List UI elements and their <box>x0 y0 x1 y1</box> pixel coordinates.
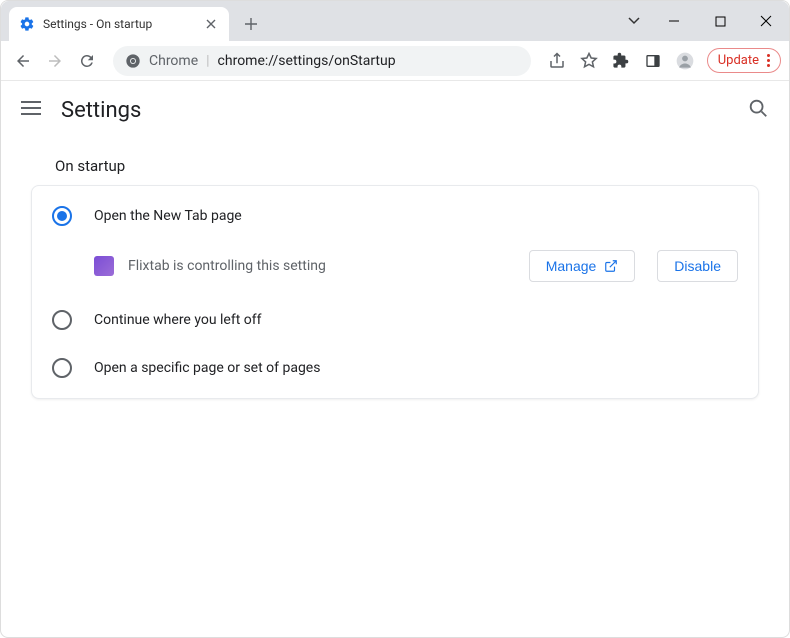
menu-dots-icon <box>767 54 770 67</box>
manage-button[interactable]: Manage <box>529 250 636 282</box>
close-icon[interactable] <box>203 16 219 32</box>
window-titlebar: Settings - On startup <box>1 1 789 41</box>
profile-avatar[interactable] <box>671 47 699 75</box>
radio-label: Open the New Tab page <box>94 208 242 224</box>
startup-card: Open the New Tab page Flixtab is control… <box>31 185 759 399</box>
close-window-button[interactable] <box>743 1 789 41</box>
disable-label: Disable <box>674 258 721 274</box>
gear-icon <box>19 16 35 32</box>
settings-content: On startup Open the New Tab page Flixtab… <box>1 139 789 399</box>
radio-selected-icon <box>52 206 72 226</box>
extension-icon <box>94 256 114 276</box>
page-title: Settings <box>61 98 727 123</box>
window-controls <box>617 1 789 41</box>
radio-unselected-icon <box>52 310 72 330</box>
reload-button[interactable] <box>73 47 101 75</box>
search-icon[interactable] <box>747 97 769 123</box>
chevron-down-icon[interactable] <box>617 1 651 41</box>
settings-header: Settings <box>1 81 789 139</box>
minimize-button[interactable] <box>651 1 697 41</box>
omnibox-separator: | <box>206 53 209 69</box>
tab-title: Settings - On startup <box>43 17 195 31</box>
radio-label: Open a specific page or set of pages <box>94 360 320 376</box>
side-panel-icon[interactable] <box>639 47 667 75</box>
omnibox-url: chrome://settings/onStartup <box>218 53 519 69</box>
update-button[interactable]: Update <box>707 48 781 73</box>
address-bar[interactable]: Chrome | chrome://settings/onStartup <box>113 46 531 76</box>
new-tab-button[interactable] <box>237 10 265 38</box>
omnibox-prefix: Chrome <box>149 53 198 69</box>
hamburger-icon[interactable] <box>21 99 41 121</box>
section-title: On startup <box>31 139 759 185</box>
radio-unselected-icon <box>52 358 72 378</box>
disable-button[interactable]: Disable <box>657 250 738 282</box>
maximize-button[interactable] <box>697 1 743 41</box>
manage-label: Manage <box>546 258 597 274</box>
browser-toolbar: Chrome | chrome://settings/onStartup Upd… <box>1 41 789 81</box>
radio-label: Continue where you left off <box>94 312 262 328</box>
back-button[interactable] <box>9 47 37 75</box>
radio-option-new-tab[interactable]: Open the New Tab page <box>32 192 758 240</box>
radio-option-specific[interactable]: Open a specific page or set of pages <box>32 344 758 392</box>
chrome-icon <box>125 53 141 69</box>
update-label: Update <box>718 53 759 68</box>
extension-message: Flixtab is controlling this setting <box>128 258 515 274</box>
forward-button[interactable] <box>41 47 69 75</box>
extension-notice-row: Flixtab is controlling this setting Mana… <box>32 240 758 296</box>
external-link-icon <box>604 259 618 273</box>
extensions-icon[interactable] <box>607 47 635 75</box>
share-icon[interactable] <box>543 47 571 75</box>
radio-option-continue[interactable]: Continue where you left off <box>32 296 758 344</box>
browser-tab[interactable]: Settings - On startup <box>9 7 229 41</box>
bookmark-star-icon[interactable] <box>575 47 603 75</box>
